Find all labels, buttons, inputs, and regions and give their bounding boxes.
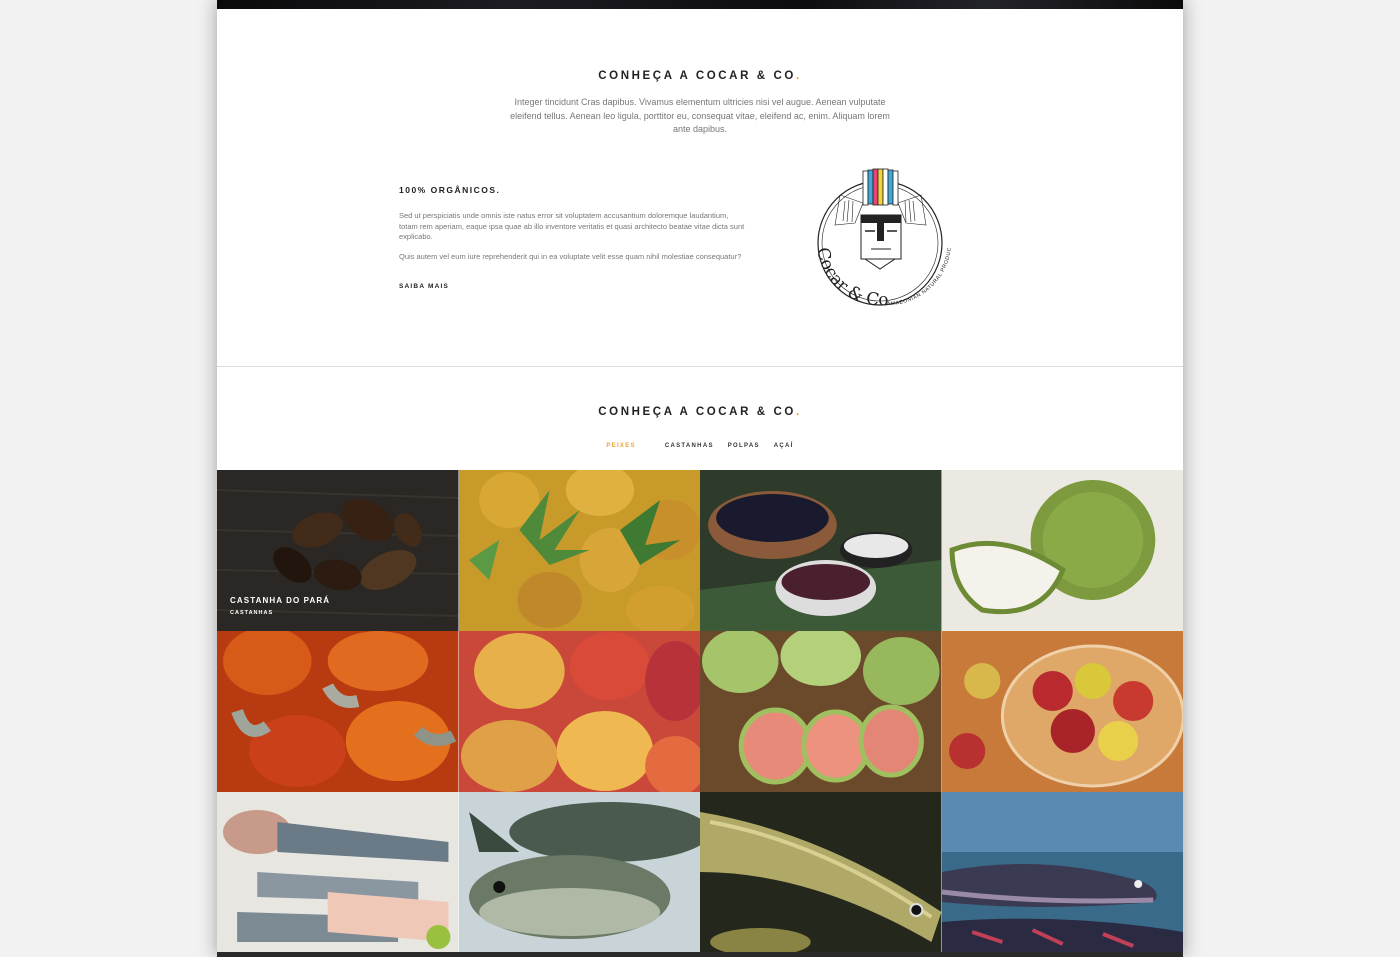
page-container: CONHEÇA A COCAR & CO. Integer tincidunt …	[217, 0, 1183, 957]
tile-brazil-nuts[interactable]: CASTANHA DO PARÁ CASTANHAS	[217, 470, 459, 631]
hero-image-bottom-edge	[217, 0, 1183, 9]
tile-acai[interactable]	[700, 470, 942, 631]
portfolio-filter-bar: PEIXES CASTANHAS POLPAS AÇAÍ	[217, 443, 1183, 449]
tile-pineapples[interactable]	[458, 470, 700, 631]
about-intro-text: Integer tincidunt Cras dapibus. Vivamus …	[510, 97, 890, 134]
filter-polpas[interactable]: POLPAS	[728, 443, 760, 449]
tile-guavas[interactable]	[700, 631, 942, 792]
portfolio-section-title: CONHEÇA A COCAR & CO.	[598, 406, 802, 418]
feature-paragraph-2: Quis autem vel eum iure reprehenderit qu…	[399, 252, 742, 261]
tile-cashew[interactable]	[217, 631, 459, 792]
filter-castanhas[interactable]: CASTANHAS	[665, 443, 714, 449]
tile-pirarucu[interactable]	[941, 792, 1183, 953]
featured-tile-caption: CASTANHA DO PARÁ CASTANHAS	[230, 596, 330, 616]
portfolio-grid: CASTANHA DO PARÁ CASTANHAS	[217, 470, 1183, 953]
tile-arowana[interactable]	[700, 792, 942, 953]
tile-camu-camu[interactable]	[941, 631, 1183, 792]
feature-paragraph-1: Sed ut perspiciatis unde omnis iste natu…	[399, 211, 745, 241]
filter-peixes[interactable]: PEIXES	[606, 443, 635, 449]
tile-fish-fillets[interactable]	[217, 792, 459, 953]
bottom-edge-bar	[217, 952, 1183, 957]
featured-tile-category: CASTANHAS	[230, 610, 274, 616]
about-section-title: CONHEÇA A COCAR & CO.	[598, 70, 802, 82]
feature-heading: 100% ORGÂNICOS.	[399, 185, 501, 195]
filter-acai[interactable]: AÇAÍ	[774, 443, 794, 449]
section-divider	[217, 366, 1183, 367]
featured-tile-title: CASTANHA DO PARÁ	[230, 596, 331, 605]
tile-soursop[interactable]	[941, 470, 1183, 631]
cocar-logo: Cocar & Co AMAZONIAN NATURAL PRODUCTS	[803, 161, 955, 315]
tile-tambaqui[interactable]	[458, 792, 700, 953]
tile-mangoes[interactable]	[458, 631, 700, 792]
saiba-mais-link[interactable]: SAIBA MAIS	[399, 283, 449, 290]
